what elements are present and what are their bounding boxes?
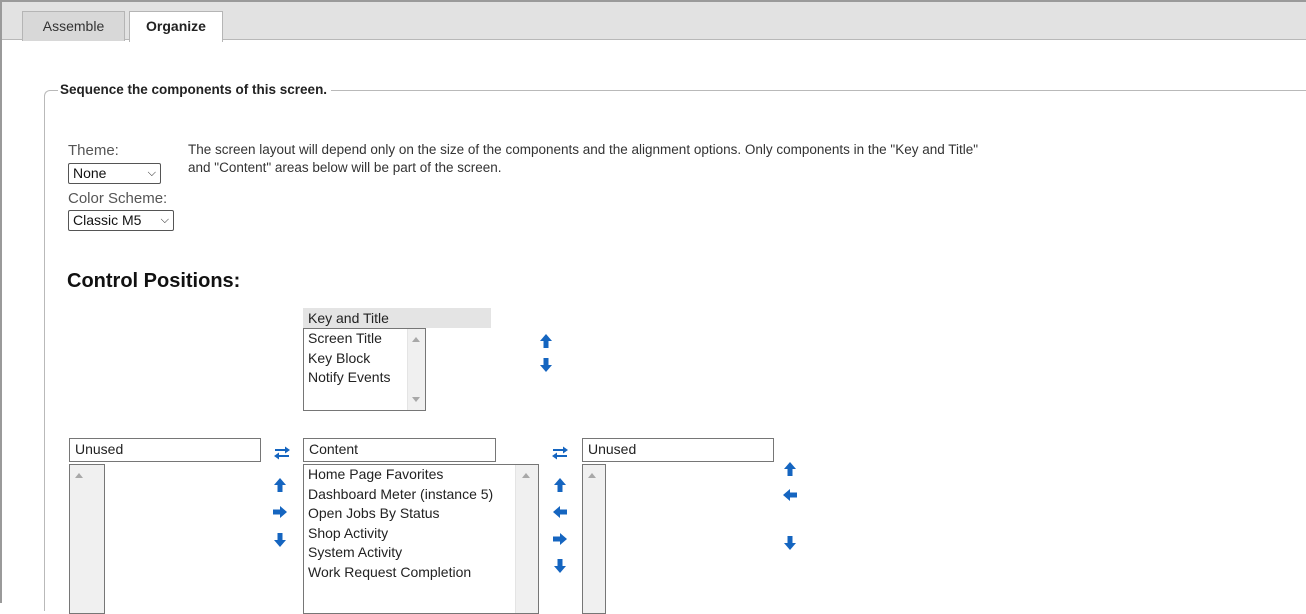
right-unused-header[interactable]: Unused [582, 438, 774, 462]
right-unused-listbox[interactable] [582, 464, 606, 614]
swap-icon[interactable] [549, 444, 571, 462]
move-up-icon[interactable] [551, 476, 569, 494]
swap-icon[interactable] [271, 444, 293, 462]
tab-organize[interactable]: Organize [129, 11, 223, 42]
list-item[interactable]: Open Jobs By Status [304, 504, 538, 524]
list-item[interactable]: Work Request Completion [304, 563, 538, 583]
scrollbar[interactable] [515, 465, 538, 613]
list-item[interactable]: Dashboard Meter (instance 5) [304, 485, 538, 505]
chevron-down-icon: ⌵ [147, 167, 156, 179]
move-down-icon[interactable] [271, 531, 289, 549]
move-up-icon[interactable] [537, 332, 555, 350]
content-listbox[interactable]: Home Page Favorites Dashboard Meter (ins… [303, 464, 539, 614]
move-down-icon[interactable] [537, 356, 555, 374]
list-item[interactable]: System Activity [304, 543, 538, 563]
chevron-down-icon: ⌵ [160, 214, 169, 226]
left-unused-listbox[interactable] [69, 464, 105, 614]
move-left-icon[interactable] [781, 486, 799, 504]
move-down-icon[interactable] [781, 534, 799, 552]
color-scheme-label: Color Scheme: [68, 190, 168, 207]
list-item[interactable]: Home Page Favorites [304, 465, 538, 485]
scrollbar[interactable] [407, 329, 425, 410]
content-header[interactable]: Content [303, 438, 496, 462]
move-right-icon[interactable] [271, 503, 289, 521]
control-positions-heading: Control Positions: [67, 270, 241, 292]
layout-description: The screen layout will depend only on th… [188, 141, 1148, 177]
move-up-icon[interactable] [781, 460, 799, 478]
section-legend: Sequence the components of this screen. [58, 81, 332, 99]
color-scheme-select-value: Classic M5 [73, 212, 142, 228]
tab-bar: Assemble Organize [2, 2, 1306, 42]
color-scheme-select[interactable]: Classic M5 ⌵ [68, 210, 174, 231]
description-line-1: The screen layout will depend only on th… [188, 142, 979, 157]
move-right-icon[interactable] [551, 530, 569, 548]
move-up-icon[interactable] [271, 476, 289, 494]
theme-select-value: None [73, 165, 107, 181]
left-unused-header[interactable]: Unused [69, 438, 261, 462]
scrollbar[interactable] [70, 465, 104, 613]
move-left-icon[interactable] [551, 503, 569, 521]
move-down-icon[interactable] [551, 557, 569, 575]
theme-select[interactable]: None ⌵ [68, 163, 161, 184]
tab-assemble[interactable]: Assemble [22, 11, 125, 41]
theme-label: Theme: [68, 142, 119, 159]
list-item[interactable]: Shop Activity [304, 524, 538, 544]
key-and-title-listbox[interactable]: Screen Title Key Block Notify Events [303, 328, 426, 411]
description-line-2: and "Content" areas below will be part o… [188, 160, 502, 175]
scrollbar[interactable] [583, 465, 605, 613]
key-and-title-header: Key and Title [303, 308, 491, 328]
